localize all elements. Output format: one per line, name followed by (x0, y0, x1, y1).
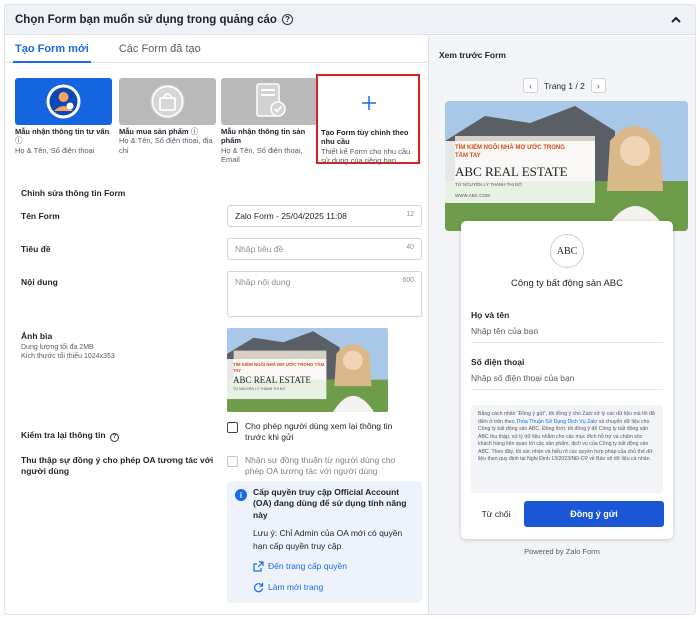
cover-small-text: TỪ NGUYÊN LÝ THÀNH THỊ ĐÔ (233, 387, 286, 391)
template-product-thumbnail (221, 78, 318, 125)
preview-form-card: ABC Công ty bất động sản ABC Họ và tên N… (461, 221, 673, 539)
title-label: Tiêu đề (21, 244, 51, 254)
review-checkbox-label: Cho phép người dùng xem lại thông tin tr… (245, 421, 393, 443)
permission-info-text: Cấp quyền truy cập Official Account (OA)… (253, 487, 407, 520)
template-consult-name: Mẫu nhận thông tin tư vấn ⓘ (15, 127, 110, 146)
form-name-counter: 12 (406, 211, 414, 218)
grant-permission-link[interactable]: Đến trang cấp quyền (253, 561, 414, 572)
cover-image[interactable]: TÌM KIẾM NGÔI NHÀ MƠ ƯỚC TRONG TẦM TAY A… (227, 328, 388, 412)
form-selector-panel: Chọn Form bạn muốn sử dụng trong quảng c… (4, 4, 696, 615)
tab-new-form[interactable]: Tạo Form mới (13, 36, 91, 63)
terms-link[interactable]: Thỏa Thuận Sử Dụng Dịch Vụ Zalo (516, 419, 597, 425)
template-purchase[interactable]: Mẫu mua sản phẩm ⓘ Họ & Tên, Số điện tho… (119, 78, 216, 155)
form-preview-panel: Xem trước Form ‹ Trang 1 / 2 › TÌM KIẾM … (428, 36, 695, 614)
preview-field-name-label: Họ và tên (471, 310, 510, 320)
reject-button[interactable]: Từ chối (471, 501, 521, 527)
form-editor: Tạo Form mới Các Form đã tạo Mẫu nhận th… (5, 36, 428, 614)
next-page-button[interactable]: › (590, 78, 606, 93)
permission-note: Lưu ý: Chỉ Admin của OA mới có quyền hạn… (253, 528, 403, 552)
preview-consent-text: Bằng cách nhấn “Đồng ý gửi”, tôi đồng ý … (471, 405, 663, 493)
cover-hint-dimension: Kích thước tối thiểu 1024x353 (21, 353, 115, 360)
template-product-name: Mẫu nhận thông tin sản phẩm (221, 127, 306, 146)
template-custom-desc: Thiết kế Form cho nhu cầu sử dụng của ri… (321, 146, 411, 166)
company-logo: ABC (550, 234, 584, 268)
preview-field-phone-label: Số điện thoại (471, 357, 525, 367)
chevron-up-icon[interactable] (669, 13, 683, 27)
form-name-label: Tên Form (21, 211, 60, 221)
preview-title: Xem trước Form (439, 50, 506, 60)
preview-field-name-input[interactable]: Nhập tên của bạn (471, 326, 663, 343)
prev-page-button[interactable]: ‹ (523, 78, 538, 93)
page-indicator: Trang 1 / 2 (544, 80, 585, 91)
template-purchase-name: Mẫu mua sản phẩm ⓘ (119, 127, 199, 136)
title-counter: 40 (406, 244, 414, 251)
tab-bar: Tạo Form mới Các Form đã tạo (5, 36, 428, 63)
preview-banner-small: TỪ NGUYÊN LÝ THÀNH THỊ ĐÔ (455, 182, 522, 187)
user-icon (46, 84, 81, 119)
document-check-icon (256, 83, 286, 117)
preview-banner-url: WWW.ABC.COM (455, 193, 490, 198)
external-link-icon (253, 561, 264, 572)
consent-checkbox-label: Nhận sự đồng thuận từ người dùng cho phé… (245, 455, 396, 477)
cover-label: Ảnh bìa (21, 331, 53, 341)
plus-icon (362, 96, 376, 110)
template-product-info[interactable]: Mẫu nhận thông tin sản phẩm Họ & Tên, Số… (221, 78, 318, 165)
tab-created-forms[interactable]: Các Form đã tạo (119, 36, 201, 62)
powered-by: Powered by Zalo Form (524, 547, 600, 556)
refresh-icon (254, 582, 264, 593)
content-counter: 600 (402, 277, 414, 284)
template-consult-thumbnail (15, 78, 112, 125)
preview-banner: TÌM KIẾM NGÔI NHÀ MƠ ƯỚC TRONG TẦM TAY A… (445, 101, 688, 231)
content-placeholder: Nhập nội dung (235, 277, 291, 287)
preview-pager: ‹ Trang 1 / 2 › (523, 78, 606, 93)
help-icon[interactable]: ? (281, 14, 293, 25)
template-purchase-thumbnail (119, 78, 216, 125)
refresh-page-link[interactable]: Làm mới trang (253, 582, 414, 593)
preview-banner-brand: ABC REAL ESTATE (455, 164, 568, 179)
template-custom-name: Tạo Form tùy chỉnh theo nhu cầu (321, 128, 409, 147)
template-purchase-desc: Họ & Tên, Số điện thoại, địa chỉ (119, 136, 213, 155)
template-consult-desc: Họ & Tên, Số điện thoại (15, 145, 95, 155)
shopping-bag-icon (150, 84, 185, 119)
consent-label: Thu thập sự đồng ý cho phép OA tương tác… (21, 455, 214, 477)
content-label: Nội dung (21, 277, 58, 287)
panel-title: Chọn Form bạn muốn sử dụng trong quảng c… (15, 13, 277, 26)
preview-field-phone-input[interactable]: Nhập số điện thoại của bạn (471, 373, 663, 390)
form-name-value: Zalo Form - 25/04/2025 11:08 (235, 211, 347, 221)
content-textarea[interactable]: Nhập nội dung 600 (227, 271, 422, 317)
preview-banner-tagline: TÌM KIẾM NGÔI NHÀ MƠ ƯỚC TRONG TẦM TAY (455, 145, 565, 159)
review-checkbox[interactable] (227, 422, 238, 433)
template-product-desc: Họ & Tên, Số điện thoại, Email (221, 145, 303, 165)
title-placeholder: Nhập tiêu đề (235, 244, 284, 254)
section-edit-title: Chỉnh sửa thông tin Form (21, 188, 126, 198)
help-icon[interactable]: ? (109, 432, 119, 442)
consent-checkbox[interactable] (227, 456, 238, 467)
template-custom[interactable]: Tạo Form tùy chỉnh theo nhu cầu Thiết kế… (316, 74, 420, 166)
company-name: Công ty bất động sản ABC (511, 278, 623, 289)
permission-info-box: i Cấp quyền truy cập Official Account (O… (227, 481, 422, 603)
template-list: Mẫu nhận thông tin tư vấn ⓘ Họ & Tên, Số… (15, 74, 420, 174)
template-consult[interactable]: Mẫu nhận thông tin tư vấn ⓘ Họ & Tên, Số… (15, 78, 112, 155)
cover-tagline: TÌM KIẾM NGÔI NHÀ MƠ ƯỚC TRONG TẦM TAY (233, 362, 325, 373)
template-custom-thumbnail (321, 79, 415, 126)
agree-submit-button[interactable]: Đồng ý gửi (524, 501, 664, 527)
info-icon: i (235, 489, 247, 501)
review-label: Kiểm tra lại thông tin ? (21, 430, 119, 442)
cover-brand: ABC REAL ESTATE (233, 375, 311, 385)
title-input[interactable]: Nhập tiêu đề 40 (227, 238, 422, 260)
panel-header[interactable]: Chọn Form bạn muốn sử dụng trong quảng c… (5, 5, 695, 35)
form-name-input[interactable]: Zalo Form - 25/04/2025 11:08 12 (227, 205, 422, 227)
